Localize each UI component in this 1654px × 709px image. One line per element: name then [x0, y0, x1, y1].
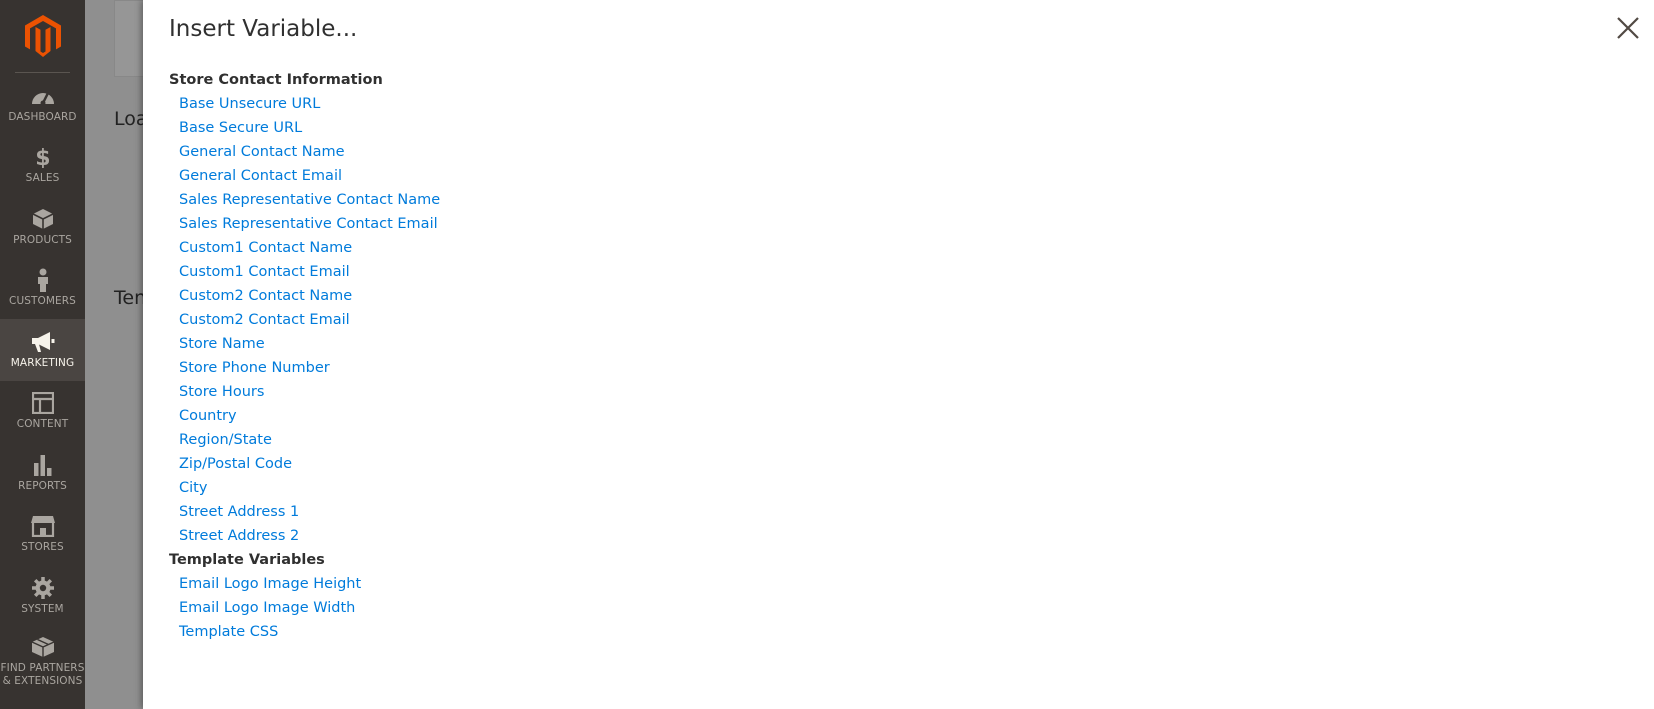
variable-link[interactable]: Sales Representative Contact Email	[169, 212, 440, 236]
variable-link[interactable]: Street Address 2	[169, 524, 440, 548]
variable-link[interactable]: Base Unsecure URL	[169, 92, 440, 116]
sidebar-item-label: FIND PARTNERS & EXTENSIONS	[0, 661, 85, 687]
sidebar-item-system[interactable]: SYSTEM	[0, 565, 85, 627]
variable-link[interactable]: Custom1 Contact Name	[169, 236, 440, 260]
dashboard-icon	[30, 85, 56, 107]
magento-logo-icon	[24, 15, 61, 57]
cube-icon	[32, 208, 54, 230]
variable-link[interactable]: Custom2 Contact Name	[169, 284, 440, 308]
variable-link[interactable]: Country	[169, 404, 440, 428]
sidebar-item-stores[interactable]: STORES	[0, 504, 85, 566]
sidebar-item-label: SALES	[25, 172, 60, 185]
variable-group-title: Store Contact Information	[169, 72, 383, 88]
sidebar-item-label: DASHBOARD	[8, 110, 77, 123]
variable-link[interactable]: General Contact Name	[169, 140, 440, 164]
variable-link[interactable]: Sales Representative Contact Name	[169, 188, 440, 212]
sidebar-item-marketing[interactable]: MARKETING	[0, 319, 85, 381]
sidebar-item-sales[interactable]: $ SALES	[0, 135, 85, 197]
variable-link[interactable]: General Contact Email	[169, 164, 440, 188]
variable-list: Store Contact Information Base Unsecure U…	[169, 68, 440, 644]
insert-variable-modal: Insert Variable... Store Contact Informa…	[143, 0, 1654, 709]
modal-title: Insert Variable...	[169, 16, 358, 42]
close-icon	[1617, 17, 1639, 39]
dollar-icon: $	[35, 146, 51, 168]
background-heading-2: Ten	[114, 287, 147, 309]
sidebar-item-products[interactable]: PRODUCTS	[0, 196, 85, 258]
sidebar-item-content[interactable]: CONTENT	[0, 381, 85, 443]
sidebar-item-customers[interactable]: CUSTOMERS	[0, 258, 85, 320]
person-icon	[36, 268, 50, 293]
sidebar-item-label: STORES	[21, 541, 64, 554]
bar-chart-icon	[33, 454, 53, 476]
sidebar-item-dashboard[interactable]: DASHBOARD	[0, 73, 85, 135]
sidebar-item-label: REPORTS	[18, 479, 67, 492]
megaphone-icon	[30, 331, 56, 353]
svg-text:$: $	[35, 146, 50, 168]
sidebar-item-label: CUSTOMERS	[9, 295, 76, 308]
variable-link[interactable]: Custom2 Contact Email	[169, 308, 440, 332]
variable-link[interactable]: Store Phone Number	[169, 356, 440, 380]
sidebar-item-reports[interactable]: REPORTS	[0, 442, 85, 504]
gear-icon	[31, 576, 55, 599]
admin-sidebar: DASHBOARD $ SALES PRODUCTS CUSTOMERS MARKETIN…	[0, 0, 85, 709]
variable-group-title: Template Variables	[169, 552, 325, 568]
close-button[interactable]	[1614, 14, 1642, 42]
sidebar-item-label: MARKETING	[10, 356, 75, 369]
boxes-icon	[31, 636, 55, 658]
storefront-icon	[30, 515, 56, 538]
variable-link[interactable]: Custom1 Contact Email	[169, 260, 440, 284]
variable-link[interactable]: Street Address 1	[169, 500, 440, 524]
variable-link[interactable]: Region/State	[169, 428, 440, 452]
layout-icon	[31, 392, 54, 415]
variable-link[interactable]: Template CSS	[169, 620, 440, 644]
sidebar-item-label: PRODUCTS	[13, 233, 72, 246]
variable-link[interactable]: Zip/Postal Code	[169, 452, 440, 476]
variable-link[interactable]: Email Logo Image Height	[169, 572, 440, 596]
variable-link[interactable]: Store Hours	[169, 380, 440, 404]
variable-link[interactable]: Store Name	[169, 332, 440, 356]
magento-logo[interactable]	[15, 0, 70, 73]
sidebar-item-find-partners-extensions[interactable]: FIND PARTNERS & EXTENSIONS	[0, 627, 85, 697]
sidebar-item-label: SYSTEM	[21, 602, 64, 615]
variable-link[interactable]: Base Secure URL	[169, 116, 440, 140]
sidebar-item-label: CONTENT	[16, 418, 69, 431]
variable-link[interactable]: Email Logo Image Width	[169, 596, 440, 620]
variable-link[interactable]: City	[169, 476, 440, 500]
